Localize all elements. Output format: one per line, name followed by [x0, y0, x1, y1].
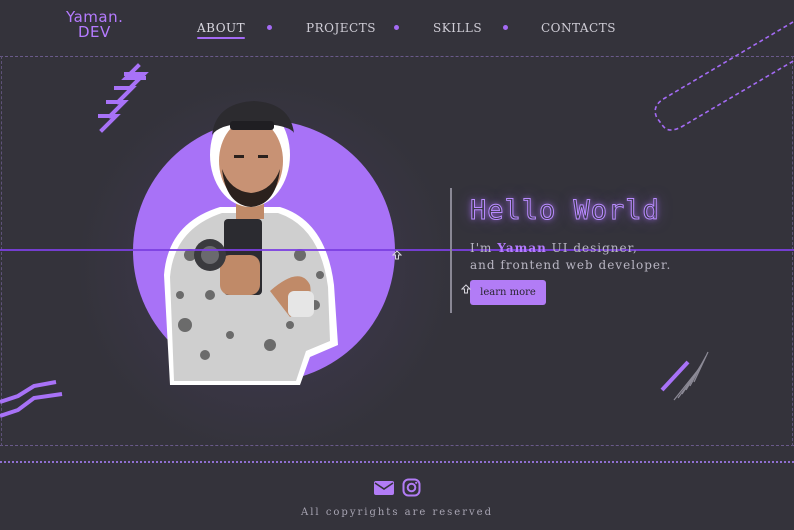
intro-suffix: UI designer, [546, 241, 638, 255]
mail-icon[interactable] [374, 481, 394, 495]
copyright-text: All copyrights are reserved [301, 507, 493, 518]
intro-name: Yaman [497, 241, 547, 255]
hero-intro-line-1: I'm Yaman UI designer, [470, 240, 790, 257]
profile-portrait [164, 101, 338, 385]
nav-item-contacts[interactable]: CONTACTS [541, 21, 616, 35]
cursor-arrow-icon [461, 284, 471, 294]
frame-bottom-divider [0, 445, 794, 446]
hero-intro-line-2: and frontend web developer. [470, 258, 672, 272]
nav-item-skills[interactable]: SKILLS [433, 21, 482, 35]
learn-more-button[interactable]: learn more [470, 280, 546, 305]
intro-prefix: I'm [470, 241, 498, 255]
logo[interactable]: Yaman. DEV [66, 10, 136, 40]
zigzag-decoration [0, 380, 63, 418]
footer-divider [0, 461, 794, 463]
nav-separator-dot [394, 25, 399, 30]
instagram-icon[interactable] [402, 478, 421, 497]
cursor-arrow-icon [392, 250, 402, 260]
hero-heading: Hello World [470, 195, 660, 227]
nav-separator-dot [503, 25, 508, 30]
hero-intro: I'm Yaman UI designer, and frontend web … [470, 240, 790, 274]
nav-item-about[interactable]: ABOUT [197, 21, 246, 39]
hero-text-divider [450, 188, 452, 313]
dashed-rounded-bar-decoration [654, 21, 794, 131]
logo-line-2: DEV [78, 23, 111, 41]
nav-separator-dot [267, 25, 272, 30]
nav-item-projects[interactable]: PROJECTS [306, 21, 376, 35]
social-links [374, 478, 424, 498]
hatched-lines-decoration [660, 351, 709, 401]
